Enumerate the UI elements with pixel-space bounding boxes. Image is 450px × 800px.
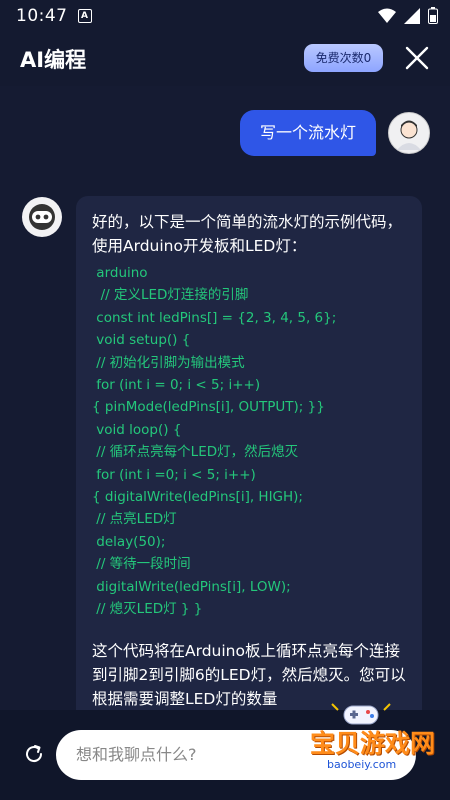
code-line: // 定义LED灯连接的引脚 [92, 287, 249, 304]
close-icon[interactable] [404, 45, 430, 71]
code-line: const int ledPins[] = {2, 3, 4, 5, 6}; [92, 309, 337, 326]
watermark-text: 宝贝游戏网 [310, 729, 436, 758]
page-title: AI编程 [20, 48, 87, 72]
code-line: // 熄灭LED灯 } } [92, 601, 203, 618]
signal-icon [404, 7, 420, 24]
user-avatar[interactable] [388, 112, 430, 154]
code-line: // 点亮LED灯 [92, 511, 177, 528]
refresh-icon[interactable] [22, 742, 46, 766]
code-line: for (int i = 0; i < 5; i++) [92, 377, 261, 394]
code-line: // 循环点亮每个LED灯，然后熄灭 [92, 444, 299, 461]
robot-icon [29, 204, 55, 230]
code-line: { digitalWrite(ledPins[i], HIGH); [92, 489, 303, 506]
watermark-url: baobeiy.com [324, 758, 400, 771]
code-line: // 等待一段时间 [92, 556, 191, 573]
code-line: void loop() { [92, 421, 182, 438]
code-line: for (int i =0; i < 5; i++) [92, 466, 256, 483]
user-message-bubble: 写一个流水灯 [239, 110, 376, 156]
site-watermark: 宝贝游戏网 baobeiy.com [300, 700, 445, 780]
person-icon [397, 120, 421, 150]
battery-icon [428, 7, 438, 24]
code-line: digitalWrite(ledPins[i], LOW); [92, 578, 291, 595]
code-line: { pinMode(ledPins[i], OUTPUT); }} [92, 399, 325, 416]
notification-icon: A [77, 9, 92, 23]
user-message-row: 写一个流水灯 [239, 110, 430, 156]
bot-avatar [22, 197, 62, 237]
app-header: AI编程 免费次数0 [0, 32, 450, 86]
code-line: // 初始化引脚为输出模式 [92, 354, 245, 371]
code-block: arduino // 定义LED灯连接的引脚 const int ledPins… [92, 262, 406, 621]
status-time: 10:47 [16, 6, 68, 26]
free-quota-badge[interactable]: 免费次数0 [304, 44, 383, 72]
code-line: arduino [92, 265, 148, 281]
status-bar: 10:47 A [0, 0, 450, 32]
wifi-icon [378, 8, 396, 23]
code-line: void setup() { [92, 332, 191, 349]
bot-intro-text: 好的，以下是一个简单的流水灯的示例代码，使用Arduino开发板和LED灯： [92, 213, 403, 255]
chat-area[interactable]: 写一个流水灯 好的，以下是一个简单的流水灯的示例代码，使用Arduino开发板和… [0, 86, 450, 726]
status-icons [378, 7, 438, 24]
bot-message-bubble: 好的，以下是一个简单的流水灯的示例代码，使用Arduino开发板和LED灯： a… [76, 196, 422, 726]
code-line: delay(50); [92, 533, 166, 550]
